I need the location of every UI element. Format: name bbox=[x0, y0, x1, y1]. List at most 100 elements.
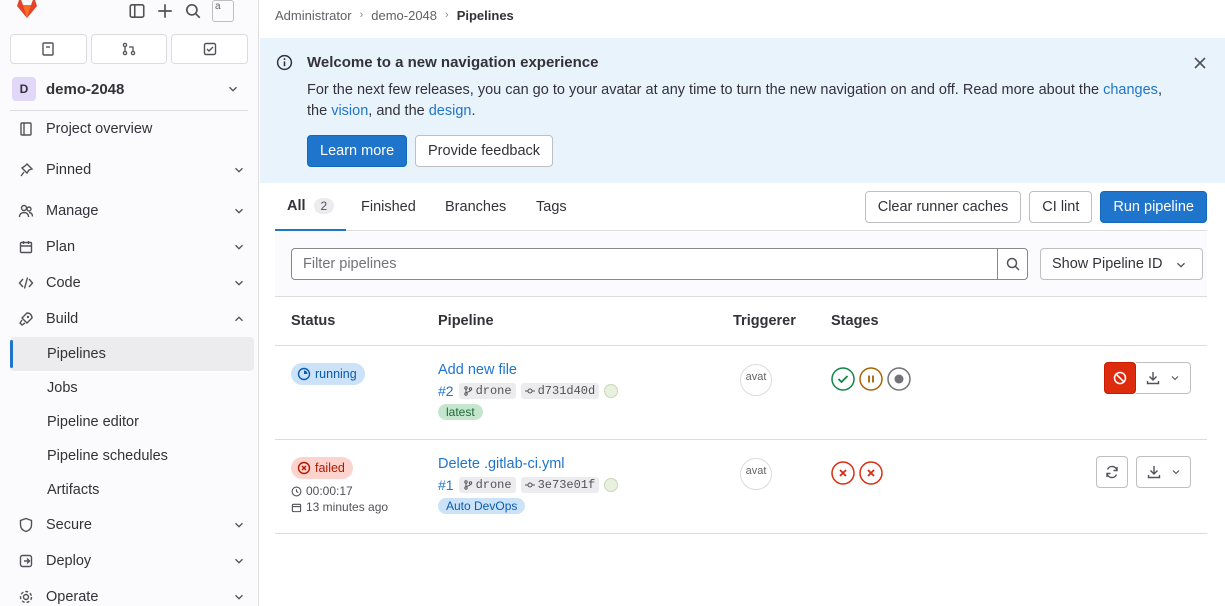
chevron-down-icon bbox=[229, 86, 237, 92]
nav-label: Build bbox=[46, 311, 79, 327]
nav-pipeline-schedules[interactable]: Pipeline schedules bbox=[10, 439, 254, 473]
stage-failed-icon[interactable] bbox=[858, 460, 884, 486]
cancel-pipeline-button[interactable] bbox=[1104, 362, 1136, 394]
nav-pipelines[interactable]: Pipelines bbox=[10, 337, 254, 371]
stage-created-icon[interactable] bbox=[886, 366, 912, 392]
filter-pipelines-input[interactable]: Filter pipelines bbox=[291, 248, 998, 280]
nav-operate[interactable]: Operate bbox=[10, 579, 254, 606]
pipeline-title-link[interactable]: Add new file bbox=[438, 362, 517, 378]
changes-link[interactable]: changes bbox=[1103, 82, 1158, 98]
retry-pipeline-button[interactable] bbox=[1096, 456, 1128, 488]
plus-icon[interactable] bbox=[156, 2, 174, 20]
design-link[interactable]: design bbox=[429, 103, 472, 119]
pipeline-title-link[interactable]: Delete .gitlab-ci.yml bbox=[438, 456, 565, 472]
vision-link[interactable]: vision bbox=[331, 103, 368, 119]
learn-more-button[interactable]: Learn more bbox=[307, 135, 408, 167]
nav-pinned[interactable]: Pinned bbox=[10, 152, 254, 188]
latest-badge: latest bbox=[438, 404, 483, 420]
issues-tab-icon[interactable] bbox=[10, 34, 87, 64]
commit-sha[interactable]: d731d40d bbox=[520, 383, 600, 399]
nav-label: Plan bbox=[46, 239, 76, 255]
nav-pipeline-editor[interactable]: Pipeline editor bbox=[10, 405, 254, 439]
show-pipeline-id-select[interactable]: Show Pipeline ID bbox=[1040, 248, 1203, 280]
auto-devops-badge: Auto DevOps bbox=[438, 498, 526, 514]
close-icon[interactable] bbox=[1193, 56, 1207, 70]
sidebar-toggle-icon[interactable] bbox=[128, 2, 146, 20]
stage-failed-icon[interactable] bbox=[830, 460, 856, 486]
pipeline-id-link[interactable]: #2 bbox=[438, 383, 454, 399]
nav-jobs[interactable]: Jobs bbox=[10, 371, 254, 405]
branch-ref[interactable]: drone bbox=[458, 477, 516, 493]
nav-secure[interactable]: Secure bbox=[10, 507, 254, 543]
triggerer-avatar[interactable]: avat bbox=[740, 458, 772, 490]
stage-success-icon[interactable] bbox=[830, 366, 856, 392]
branch-ref[interactable]: drone bbox=[458, 383, 516, 399]
stage-paused-icon[interactable] bbox=[858, 366, 884, 392]
chevron-down-icon bbox=[235, 244, 243, 250]
nav-manage[interactable]: Manage bbox=[10, 193, 254, 229]
table-header: Status Pipeline Triggerer Stages bbox=[275, 297, 1207, 346]
col-triggerer: Triggerer bbox=[733, 313, 796, 329]
col-pipeline: Pipeline bbox=[438, 313, 494, 329]
table-row: running Add new file #2 drone d731d40d l… bbox=[275, 346, 1207, 440]
download-icon bbox=[1147, 466, 1160, 479]
merge-requests-tab-icon[interactable] bbox=[90, 34, 168, 64]
nav-label: Code bbox=[46, 275, 81, 291]
branch-icon bbox=[463, 386, 472, 396]
nav-label: Secure bbox=[46, 517, 92, 533]
nav-build[interactable]: Build bbox=[10, 301, 254, 337]
sidebar-top: a bbox=[0, 0, 258, 26]
nav-project-overview[interactable]: Project overview bbox=[10, 111, 254, 147]
filter-bar: Filter pipelines Show Pipeline ID bbox=[275, 232, 1207, 297]
chevron-down-icon bbox=[235, 167, 243, 173]
breadcrumb-current: Pipelines bbox=[456, 7, 514, 23]
chevron-up-icon bbox=[235, 316, 243, 322]
gitlab-logo-icon[interactable] bbox=[14, 0, 40, 20]
download-artifacts-dropdown[interactable] bbox=[1136, 362, 1191, 394]
run-pipeline-button[interactable]: Run pipeline bbox=[1100, 191, 1207, 223]
project-switcher[interactable]: D demo-2048 bbox=[12, 74, 248, 104]
status-failed-icon bbox=[297, 461, 311, 475]
nav-plan[interactable]: Plan bbox=[10, 229, 254, 265]
nav-label: Deploy bbox=[46, 553, 92, 569]
chevron-down-icon bbox=[1172, 470, 1179, 475]
col-status: Status bbox=[291, 313, 336, 329]
table-row: failed 00:00:17 13 minutes ago Delete .g… bbox=[275, 440, 1207, 534]
status-badge[interactable]: running bbox=[291, 363, 365, 385]
todo-tab-icon[interactable] bbox=[171, 34, 249, 64]
tab-all[interactable]: All 2 bbox=[275, 183, 347, 231]
nav-deploy[interactable]: Deploy bbox=[10, 543, 254, 579]
tab-tags[interactable]: Tags bbox=[536, 183, 567, 231]
breadcrumb-item[interactable]: Administrator bbox=[275, 8, 352, 23]
banner-title: Welcome to a new navigation experience bbox=[307, 54, 599, 71]
commit-author-avatar[interactable] bbox=[604, 384, 619, 398]
triggerer-avatar[interactable]: avat bbox=[740, 364, 772, 396]
provide-feedback-button[interactable]: Provide feedback bbox=[415, 135, 554, 167]
chevron-down-icon bbox=[1177, 262, 1185, 268]
pin-icon bbox=[20, 163, 34, 177]
ci-lint-button[interactable]: CI lint bbox=[1029, 191, 1093, 223]
status-badge[interactable]: failed bbox=[291, 457, 353, 479]
commit-sha[interactable]: 3e73e01f bbox=[520, 477, 600, 493]
tab-branches[interactable]: Branches bbox=[445, 183, 506, 231]
nav-label: Pinned bbox=[46, 162, 92, 178]
search-button[interactable] bbox=[997, 248, 1028, 280]
nav-code[interactable]: Code bbox=[10, 265, 254, 301]
download-artifacts-dropdown[interactable] bbox=[1136, 456, 1191, 488]
duration: 00:00:17 bbox=[291, 484, 353, 498]
cancel-icon bbox=[1113, 371, 1127, 385]
nav-artifacts[interactable]: Artifacts bbox=[10, 473, 254, 507]
branch-icon bbox=[463, 480, 472, 490]
shield-icon bbox=[19, 517, 33, 533]
tab-finished[interactable]: Finished bbox=[361, 183, 416, 231]
search-icon[interactable] bbox=[184, 2, 202, 20]
chevron-down-icon bbox=[235, 522, 243, 528]
users-icon bbox=[18, 204, 34, 218]
retry-icon bbox=[1106, 465, 1118, 479]
main-content: Administrator › demo-2048 › Pipelines We… bbox=[260, 0, 1225, 606]
commit-author-avatar[interactable] bbox=[604, 478, 619, 492]
user-avatar[interactable]: a bbox=[212, 0, 234, 22]
clear-runner-caches-button[interactable]: Clear runner caches bbox=[864, 191, 1022, 223]
breadcrumb-item[interactable]: demo-2048 bbox=[371, 8, 437, 23]
pipeline-id-link[interactable]: #1 bbox=[438, 477, 454, 493]
